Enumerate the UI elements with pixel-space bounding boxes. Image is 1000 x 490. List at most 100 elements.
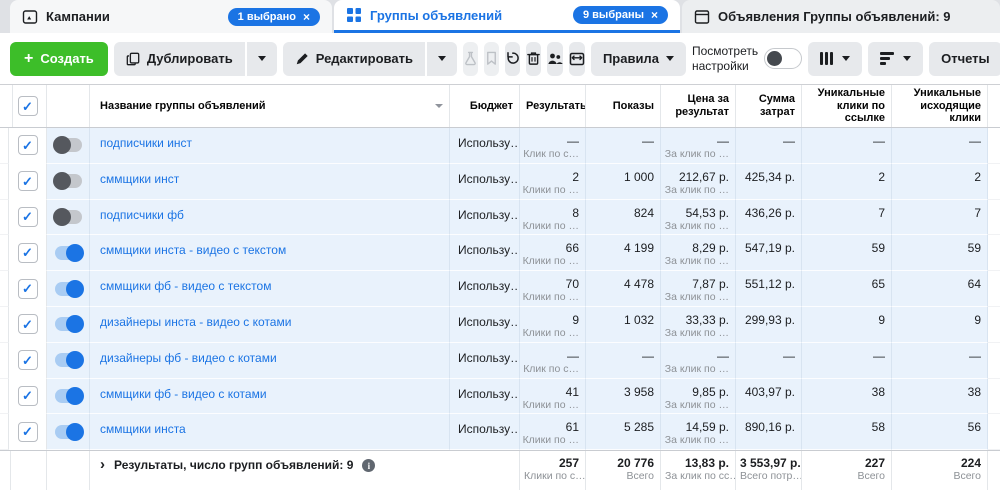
duplicate-button[interactable]: Дублировать xyxy=(113,41,245,76)
header-unique-outbound-clicks[interactable]: Уникальные исходящие клики xyxy=(892,85,988,127)
table-row[interactable]: ✓ сммщики инста - видео с текстом Исполь… xyxy=(0,235,1000,272)
table-row[interactable]: ✓ сммщики инст Использу… 2 Клики по … 1 0… xyxy=(0,163,1000,200)
adset-name-link[interactable]: дизайнеры инста - видео с котами xyxy=(100,315,291,329)
table-row[interactable]: ✓ дизайнеры фб - видео с котами Использу… xyxy=(0,342,1000,379)
row-checkbox[interactable]: ✓ xyxy=(17,278,38,299)
row-checkbox-cell: ✓ xyxy=(9,235,47,272)
adset-status-toggle[interactable] xyxy=(54,386,84,405)
reports-button[interactable]: Отчеты xyxy=(929,41,1000,76)
delete-button[interactable] xyxy=(525,41,541,76)
table-row[interactable]: ✓ подписчики фб Использу… 8 Клики по … 82… xyxy=(0,199,1000,236)
edit-dropdown-button[interactable] xyxy=(426,41,457,76)
campaigns-selected-badge[interactable]: 1 выбрано × xyxy=(227,7,320,26)
tab-adsets[interactable]: Группы объявлений 9 выбраны × xyxy=(334,0,680,33)
edit-button[interactable]: Редактировать xyxy=(282,41,425,76)
plus-icon: + xyxy=(24,49,34,67)
adset-name-link[interactable]: дизайнеры фб - видео с котами xyxy=(100,351,277,365)
unique-outbound-clicks-cell: — xyxy=(892,128,988,164)
table-body: ✓ подписчики инст Использу… — Клик по с… … xyxy=(0,128,1000,451)
adset-name-link[interactable]: сммщики инст xyxy=(100,172,179,186)
placement-button[interactable] xyxy=(568,41,585,76)
header-cost-per-result[interactable]: Цена за результат xyxy=(661,85,736,127)
cost-per-result-cell: 212,67 р. За клик по … xyxy=(661,163,736,200)
header-budget[interactable]: Бюджет xyxy=(450,85,520,127)
adset-name-link[interactable]: подписчики инст xyxy=(100,136,192,150)
expand-chevron-icon[interactable]: › xyxy=(100,457,105,472)
info-icon[interactable]: i xyxy=(362,459,376,473)
toggle-knob xyxy=(65,279,84,298)
unique-link-clicks-cell: — xyxy=(802,342,892,379)
cost-per-result-cell: — За клик по … xyxy=(661,128,736,164)
adset-status-toggle[interactable] xyxy=(52,136,82,155)
adset-name-link[interactable]: сммщики инста xyxy=(100,422,186,436)
table-row[interactable]: ✓ сммщики фб - видео с текстом Использу…… xyxy=(0,271,1000,307)
adset-status-toggle[interactable] xyxy=(52,207,82,226)
breakdown-button[interactable] xyxy=(868,41,924,76)
header-results[interactable]: Результаты xyxy=(520,85,586,127)
row-checkbox[interactable]: ✓ xyxy=(17,421,38,442)
row-toggle-cell xyxy=(47,342,90,379)
tab-ads[interactable]: Объявления Группы объявлений: 9 xyxy=(682,0,1000,33)
footer-toggle-col xyxy=(47,451,90,490)
chevron-down-icon xyxy=(665,56,674,61)
row-checkbox[interactable]: ✓ xyxy=(17,135,38,156)
row-checkbox[interactable]: ✓ xyxy=(17,314,38,335)
table-row[interactable]: ✓ сммщики фб - видео с котами Использу… … xyxy=(0,378,1000,415)
adset-name-link[interactable]: сммщики фб - видео с текстом xyxy=(100,279,271,293)
adset-status-toggle[interactable] xyxy=(54,422,84,441)
tab-campaigns[interactable]: Кампании 1 выбрано × xyxy=(10,0,332,33)
row-toggle-cell xyxy=(47,235,90,272)
toggle-knob xyxy=(65,315,84,334)
footer-scroll-gutter xyxy=(988,451,1000,490)
duplicate-icon xyxy=(126,52,140,66)
budget-cell: Использу… xyxy=(450,271,520,307)
close-icon[interactable]: × xyxy=(303,11,310,23)
row-checkbox[interactable]: ✓ xyxy=(17,350,38,371)
adset-status-toggle[interactable] xyxy=(54,243,84,262)
row-checkbox[interactable]: ✓ xyxy=(17,171,38,192)
unique-outbound-clicks-cell: 38 xyxy=(892,378,988,415)
row-checkbox[interactable]: ✓ xyxy=(17,242,38,263)
header-amount-spent[interactable]: Сумма затрат xyxy=(736,85,802,127)
results-cell: 61 Клики по … xyxy=(520,414,586,451)
chevron-down-icon xyxy=(842,56,851,61)
adset-status-toggle[interactable] xyxy=(52,172,82,191)
undo-button[interactable] xyxy=(504,41,520,76)
summary-results: 257 Клики по с… xyxy=(520,451,586,490)
select-all-checkbox[interactable]: ✓ xyxy=(17,96,38,116)
toggle-knob xyxy=(65,422,84,441)
results-cell: 2 Клики по … xyxy=(520,163,586,200)
table-row[interactable]: ✓ дизайнеры инста - видео с котами Испол… xyxy=(0,306,1000,343)
duplicate-dropdown-button[interactable] xyxy=(246,41,277,76)
impressions-cell: 4 199 xyxy=(586,235,661,272)
adset-name-link[interactable]: подписчики фб xyxy=(100,208,184,222)
columns-button[interactable] xyxy=(808,41,863,76)
rules-button[interactable]: Правила xyxy=(590,41,686,76)
view-settings-toggle[interactable] xyxy=(764,48,803,69)
header-impressions[interactable]: Показы xyxy=(586,85,661,127)
cost-per-result-cell: 33,33 р. За клик по … xyxy=(661,306,736,343)
header-unique-link-clicks[interactable]: Уникальные клики по ссылке xyxy=(802,85,892,127)
table-row[interactable]: ✓ сммщики инста Использу… 61 Клики по … 5… xyxy=(0,414,1000,451)
badge-text: 9 выбраны xyxy=(582,9,644,21)
adset-status-toggle[interactable] xyxy=(54,351,84,370)
header-scroll-gutter xyxy=(988,85,1000,127)
row-checkbox[interactable]: ✓ xyxy=(17,206,38,227)
header-adset-name[interactable]: Название группы объявлений xyxy=(90,85,450,127)
audience-button[interactable] xyxy=(546,41,563,76)
edit-label: Редактировать xyxy=(315,51,413,66)
adset-status-toggle[interactable] xyxy=(54,279,84,298)
adset-name-link[interactable]: сммщики фб - видео с котами xyxy=(100,387,267,401)
adset-name-link[interactable]: сммщики инста - видео с текстом xyxy=(100,243,286,257)
amount-spent-cell: 890,16 р. xyxy=(736,414,802,451)
row-checkbox-cell: ✓ xyxy=(9,306,47,343)
adset-status-toggle[interactable] xyxy=(54,315,84,334)
close-icon[interactable]: × xyxy=(651,9,658,21)
sort-caret-icon[interactable] xyxy=(435,104,443,108)
row-checkbox[interactable]: ✓ xyxy=(17,385,38,406)
adsets-selected-badge[interactable]: 9 выбраны × xyxy=(572,6,668,24)
create-button[interactable]: + Создать xyxy=(10,41,108,76)
checkmark-icon: ✓ xyxy=(22,388,33,404)
table-row[interactable]: ✓ подписчики инст Использу… — Клик по с… … xyxy=(0,128,1000,164)
unique-link-clicks-cell: 59 xyxy=(802,235,892,272)
